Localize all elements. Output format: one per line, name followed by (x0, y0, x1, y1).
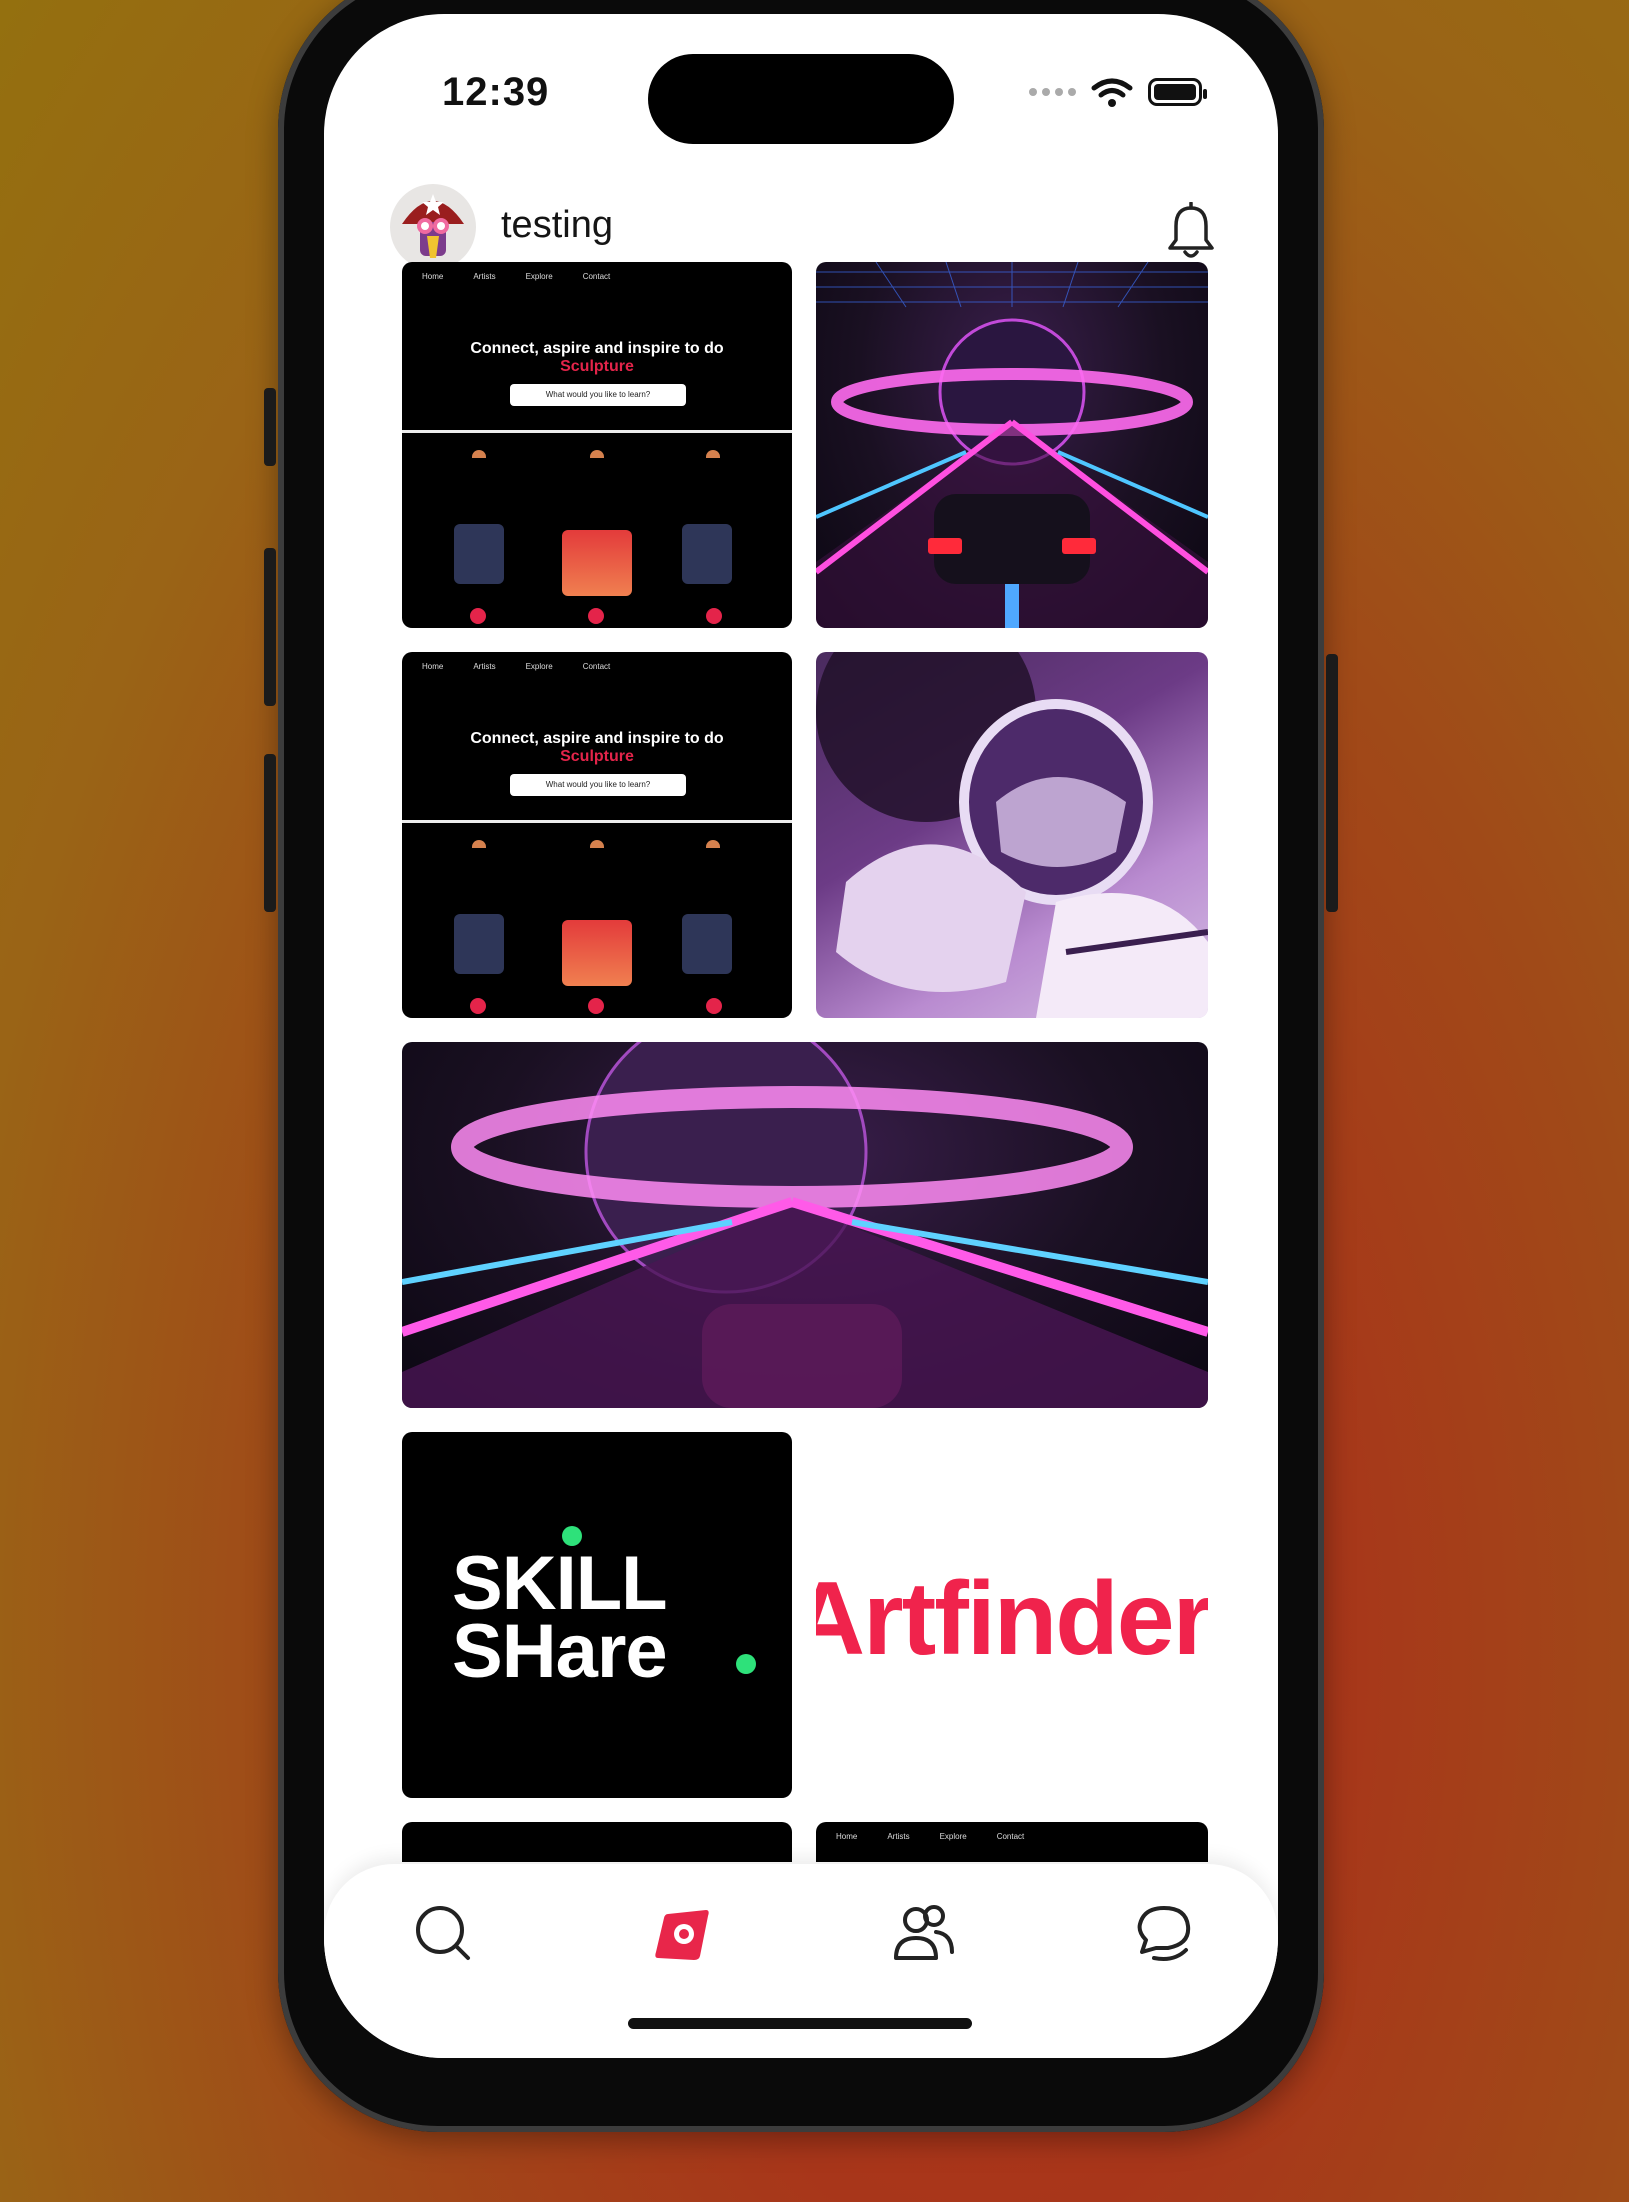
neon-planet-artwork (816, 262, 1208, 628)
post-tile-artfinder[interactable]: Artfinder (816, 1432, 1208, 1798)
web-preview-nav: Home Artists Explore Contact (836, 1832, 1024, 1841)
play-icon (706, 608, 722, 624)
web-nav-item: Contact (582, 272, 611, 281)
battery-icon (1148, 78, 1207, 106)
side-button-silent (264, 388, 276, 466)
web-divider (402, 820, 792, 823)
painter-figure (682, 524, 732, 584)
username-label: testing (501, 204, 613, 246)
wifi-icon (1091, 78, 1133, 107)
play-icon (470, 608, 486, 624)
wizard-avatar-icon[interactable] (390, 184, 476, 270)
post-tile-neon-highway[interactable] (402, 1042, 1208, 1408)
chat-icon[interactable] (1130, 1900, 1198, 1968)
web-nav-item: Explore (939, 1832, 967, 1841)
anime-rider-artwork (816, 652, 1208, 1018)
featured-artist-card (562, 920, 632, 986)
post-tile-web-sculpture[interactable]: Home Artists Explore Contact (816, 1822, 1208, 1862)
web-nav-item: Artists (473, 272, 496, 281)
status-icons (1029, 76, 1207, 108)
lamp-icon (706, 840, 720, 848)
web-hero-title: Connect, aspire and inspire to do Sculpt… (402, 730, 792, 766)
home-indicator[interactable] (628, 2018, 972, 2029)
web-search-bar: What would you like to learn? (510, 384, 686, 406)
skillshare-line2: SHare (452, 1609, 668, 1694)
web-hero-accent: Sculpture (560, 358, 634, 375)
signal-icon (1029, 88, 1076, 96)
bell-icon[interactable] (1166, 202, 1216, 262)
web-nav-item: Home (422, 662, 444, 671)
web-hero-title: Connect, aspire and inspire to do Sculpt… (402, 340, 792, 376)
app-screen: 12:39 testing Home Artists Explore Conta… (324, 14, 1278, 2058)
pause-icon (588, 998, 604, 1014)
web-nav-item: Artists (887, 1832, 910, 1841)
web-nav-item: Contact (582, 662, 611, 671)
status-time: 12:39 (442, 70, 550, 114)
painter-figure (682, 914, 732, 974)
drummer-figure (454, 914, 504, 974)
web-nav-item: Artists (473, 662, 496, 671)
post-tile-anime-rider[interactable] (816, 652, 1208, 1018)
web-nav-item: Home (422, 272, 444, 281)
lamp-icon (590, 450, 604, 458)
web-nav-item: Home (836, 1832, 858, 1841)
web-preview-nav: Home Artists Explore Contact (422, 272, 610, 281)
side-button-volume-up (264, 548, 276, 706)
post-tile-neon-planet[interactable] (816, 262, 1208, 628)
play-icon (470, 998, 486, 1014)
lamp-icon (472, 840, 486, 848)
web-search-bar: What would you like to learn? (510, 774, 686, 796)
search-icon[interactable] (410, 1900, 478, 1968)
lamp-icon (590, 840, 604, 848)
web-nav-item: Explore (525, 272, 553, 281)
post-tile-partial[interactable] (402, 1822, 792, 1862)
lamp-icon (706, 450, 720, 458)
web-hero-headline: Connect, aspire and inspire to do (470, 340, 724, 357)
web-nav-item: Contact (996, 1832, 1025, 1841)
post-tile-web-sculpture[interactable]: Home Artists Explore Contact Connect, as… (402, 262, 792, 628)
lamp-icon (472, 450, 486, 458)
web-hero-headline: Connect, aspire and inspire to do (470, 730, 724, 747)
people-icon[interactable] (890, 1900, 958, 1968)
skillshare-line1: SKILL (452, 1541, 668, 1626)
drummer-figure (454, 524, 504, 584)
skillshare-dot (736, 1654, 756, 1674)
header: testing (390, 184, 1216, 274)
play-icon (706, 998, 722, 1014)
artfinder-logo: Artfinder (816, 1561, 1208, 1677)
web-hero-accent: Sculpture (560, 748, 634, 765)
side-button-power (1326, 654, 1338, 912)
post-tile-skillshare[interactable]: SKILL SHare (402, 1432, 792, 1798)
web-preview-nav: Home Artists Explore Contact (422, 662, 610, 671)
feed-grid: Home Artists Explore Contact Connect, as… (402, 262, 1208, 1862)
neon-highway-artwork (402, 1042, 1208, 1408)
post-tile-web-sculpture[interactable]: Home Artists Explore Contact Connect, as… (402, 652, 792, 1018)
dynamic-island (648, 54, 954, 144)
web-divider (402, 430, 792, 433)
web-nav-item: Explore (525, 662, 553, 671)
featured-artist-card (562, 530, 632, 596)
side-button-volume-down (264, 754, 276, 912)
feed-icon[interactable] (650, 1900, 718, 1968)
pause-icon (588, 608, 604, 624)
skillshare-logo: SKILL SHare (452, 1541, 668, 1694)
phone-frame: 12:39 testing Home Artists Explore Conta… (264, 0, 1338, 2132)
